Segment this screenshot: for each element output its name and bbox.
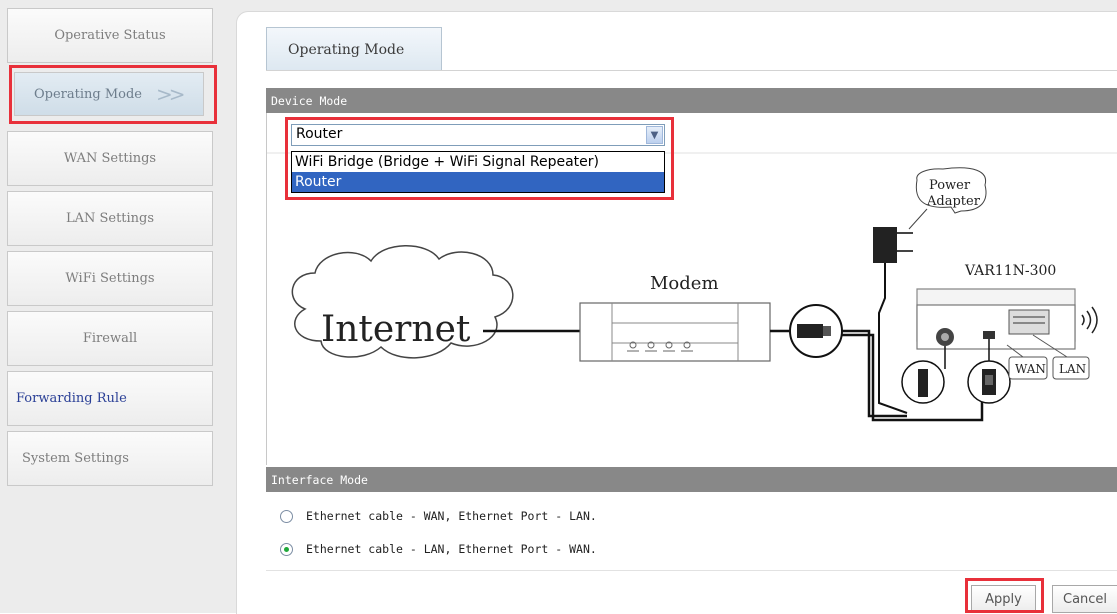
tab-label: Operating Mode bbox=[288, 41, 405, 58]
sidebar-item-label: WiFi Settings bbox=[65, 271, 155, 286]
sidebar-item-label: Firewall bbox=[82, 331, 138, 346]
interface-option-1[interactable]: Ethernet cable - WAN, Ethernet Port - LA… bbox=[280, 504, 597, 528]
sidebar-nav: Operative Status Operating Mode >> WAN S… bbox=[0, 0, 232, 613]
sidebar-item-operative-status[interactable]: Operative Status bbox=[7, 8, 213, 63]
radio-label: Ethernet cable - WAN, Ethernet Port - LA… bbox=[306, 509, 597, 523]
diagram-power-label-2: Adapter bbox=[926, 194, 981, 209]
device-mode-header: Device Mode bbox=[266, 88, 1117, 113]
ethernet-plug-icon bbox=[789, 304, 843, 358]
diagram-internet-label: Internet bbox=[321, 309, 471, 350]
diagram-lan-label: LAN bbox=[1059, 362, 1086, 376]
sidebar-item-wan-settings[interactable]: WAN Settings bbox=[7, 131, 213, 186]
diagram-wan-label: WAN bbox=[1015, 362, 1046, 376]
sidebar-item-wifi-settings[interactable]: WiFi Settings bbox=[7, 251, 213, 306]
highlight-box bbox=[965, 578, 1044, 613]
sidebar-item-lan-settings[interactable]: LAN Settings bbox=[7, 191, 213, 246]
sidebar-item-firewall[interactable]: Firewall bbox=[7, 311, 213, 366]
wifi-signal-icon bbox=[1081, 306, 1098, 334]
router-device-icon bbox=[916, 288, 1076, 350]
sidebar-item-system-settings[interactable]: System Settings bbox=[7, 431, 213, 486]
sidebar-item-label: System Settings bbox=[22, 451, 129, 466]
modem-icon bbox=[579, 302, 771, 362]
radio-unchecked-icon[interactable] bbox=[280, 509, 293, 523]
diagram-power-label-1: Power bbox=[929, 178, 971, 193]
sidebar-item-label: LAN Settings bbox=[65, 211, 155, 226]
sidebar-item-label: WAN Settings bbox=[63, 151, 157, 166]
tab-operating-mode[interactable]: Operating Mode bbox=[266, 27, 442, 71]
diagram-device-model: VAR11N-300 bbox=[964, 263, 1056, 279]
sidebar-item-label: Forwarding Rule bbox=[16, 391, 127, 406]
tab-divider bbox=[266, 70, 1117, 71]
radio-label: Ethernet cable - LAN, Ethernet Port - WA… bbox=[306, 542, 597, 556]
section-title: Interface Mode bbox=[271, 472, 368, 487]
diagram-modem-label: Modem bbox=[650, 273, 719, 294]
sidebar-item-forwarding-rule[interactable]: Forwarding Rule bbox=[7, 371, 213, 426]
interface-option-2[interactable]: Ethernet cable - LAN, Ethernet Port - WA… bbox=[280, 537, 597, 561]
highlight-box bbox=[285, 117, 674, 200]
sidebar-item-label: Operative Status bbox=[54, 28, 166, 43]
interface-mode-header: Interface Mode bbox=[266, 467, 1117, 492]
radio-checked-icon[interactable] bbox=[280, 542, 293, 556]
footer-divider bbox=[266, 570, 1117, 571]
section-title: Device Mode bbox=[271, 93, 348, 108]
cancel-button[interactable]: Cancel bbox=[1052, 585, 1117, 613]
highlight-box bbox=[9, 65, 217, 124]
